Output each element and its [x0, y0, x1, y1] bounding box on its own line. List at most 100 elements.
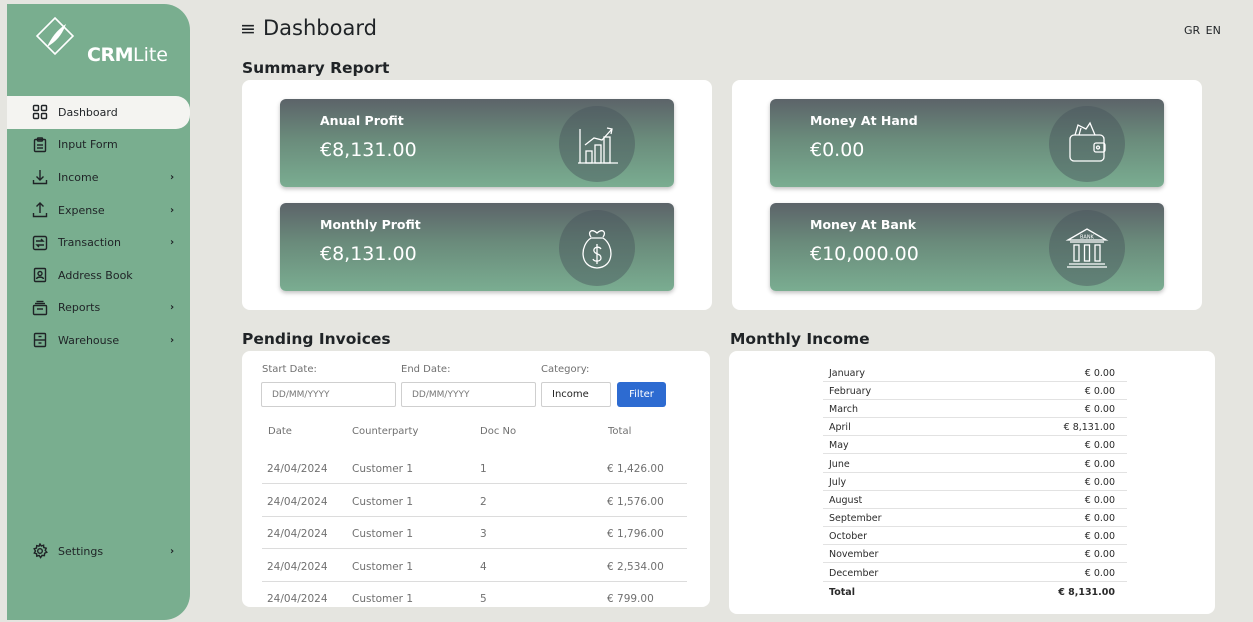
- cell-date: 24/04/2024: [267, 593, 328, 605]
- lang-gr-link[interactable]: GR: [1184, 24, 1200, 37]
- money-bag-icon: [559, 210, 635, 286]
- card-label: Money At Hand: [810, 113, 918, 128]
- bank-sign-text: BANK: [1080, 235, 1095, 241]
- address-book-icon: [32, 267, 48, 283]
- income-total-row: Total € 8,131.00: [823, 583, 1127, 601]
- income-row: February € 0.00: [823, 382, 1127, 401]
- hamburger-menu-icon[interactable]: ≡: [240, 18, 256, 40]
- cell-doc-no: 4: [480, 561, 487, 573]
- sidebar-item-label: Warehouse: [58, 333, 120, 347]
- sidebar-item-address-book[interactable]: Address Book: [7, 259, 190, 292]
- reports-icon: [32, 300, 48, 316]
- income-row: December € 0.00: [823, 564, 1127, 583]
- month-value: € 0.00: [1084, 404, 1115, 415]
- sidebar: CRMLite Dashboard Input Form Income › Ex…: [7, 4, 190, 620]
- column-header-counterparty: Counterparty: [352, 426, 419, 437]
- income-row: May € 0.00: [823, 436, 1127, 455]
- sidebar-item-label: Expense: [58, 203, 105, 217]
- month-label: July: [829, 477, 847, 488]
- pending-invoices-title: Pending Invoices: [242, 330, 391, 348]
- month-value: € 0.00: [1084, 477, 1115, 488]
- growth-chart-icon: [559, 106, 635, 182]
- month-value: € 0.00: [1084, 568, 1115, 579]
- table-row[interactable]: 24/04/2024 Customer 1 3 € 1,796.00: [262, 516, 687, 549]
- month-value: € 0.00: [1084, 495, 1115, 506]
- month-label: September: [829, 513, 882, 524]
- category-select[interactable]: Income: [541, 382, 611, 407]
- income-row: March € 0.00: [823, 400, 1127, 419]
- month-label: August: [829, 495, 863, 506]
- chevron-right-icon: ›: [170, 171, 175, 183]
- page-title: Dashboard: [263, 16, 377, 40]
- table-row[interactable]: 24/04/2024 Customer 1 2 € 1,576.00: [262, 484, 687, 517]
- money-at-hand-card: Money At Hand €0.00: [770, 99, 1164, 187]
- total-value: € 8,131.00: [1058, 587, 1115, 598]
- sidebar-item-label: Input Form: [58, 138, 118, 152]
- grid-icon: [32, 104, 48, 120]
- sidebar-item-income[interactable]: Income ›: [7, 161, 190, 194]
- income-row: June € 0.00: [823, 455, 1127, 474]
- sidebar-item-label: Reports: [58, 301, 101, 315]
- column-header-doc-no: Doc No: [480, 426, 517, 437]
- month-label: November: [829, 549, 879, 560]
- cell-total: € 799.00: [607, 593, 654, 605]
- column-header-total: Total: [608, 426, 632, 437]
- month-value: € 0.00: [1084, 459, 1115, 470]
- month-label: December: [829, 568, 879, 579]
- lang-en-link[interactable]: EN: [1206, 24, 1221, 37]
- sidebar-item-transaction[interactable]: Transaction ›: [7, 226, 190, 259]
- cell-doc-no: 2: [480, 496, 487, 508]
- sidebar-item-warehouse[interactable]: Warehouse ›: [7, 324, 190, 357]
- start-date-input[interactable]: DD/MM/YYYY: [261, 382, 396, 407]
- cell-date: 24/04/2024: [267, 528, 328, 540]
- table-row[interactable]: 24/04/2024 Customer 1 4 € 2,534.00: [262, 549, 687, 582]
- filter-button[interactable]: Filter: [617, 382, 666, 407]
- month-label: February: [829, 386, 872, 397]
- income-row: September € 0.00: [823, 509, 1127, 528]
- arrow-down-icon: [32, 169, 48, 185]
- month-label: May: [829, 440, 849, 451]
- category-label: Category:: [541, 364, 590, 375]
- wallet-icon: [1049, 106, 1125, 182]
- end-date-input[interactable]: DD/MM/YYYY: [401, 382, 536, 407]
- sidebar-item-input-form[interactable]: Input Form: [7, 129, 190, 162]
- cell-total: € 2,534.00: [607, 561, 664, 573]
- cell-date: 24/04/2024: [267, 463, 328, 475]
- table-row[interactable]: 24/04/2024 Customer 1 5 € 799.00: [262, 581, 687, 605]
- monthly-profit-card: Monthly Profit €8,131.00: [280, 203, 674, 291]
- month-value: € 8,131.00: [1063, 422, 1115, 433]
- chevron-right-icon: ›: [170, 204, 175, 216]
- sidebar-item-settings[interactable]: Settings ›: [7, 535, 190, 568]
- cell-date: 24/04/2024: [267, 561, 328, 573]
- income-row: November € 0.00: [823, 545, 1127, 564]
- feather-logo-icon: [35, 16, 75, 56]
- annual-profit-card: Anual Profit €8,131.00: [280, 99, 674, 187]
- month-label: June: [829, 459, 850, 470]
- sidebar-item-dashboard[interactable]: Dashboard: [7, 96, 190, 129]
- total-label: Total: [829, 587, 855, 598]
- month-value: € 0.00: [1084, 549, 1115, 560]
- sidebar-item-label: Address Book: [58, 268, 133, 282]
- chevron-right-icon: ›: [170, 237, 175, 249]
- cell-counterparty: Customer 1: [352, 561, 414, 573]
- end-date-label: End Date:: [401, 364, 451, 375]
- sidebar-item-label: Transaction: [58, 236, 121, 250]
- card-value: €8,131.00: [320, 139, 417, 161]
- clipboard-icon: [32, 137, 48, 153]
- month-value: € 0.00: [1084, 513, 1115, 524]
- logo[interactable]: CRMLite: [35, 16, 185, 76]
- chevron-right-icon: ›: [170, 302, 175, 314]
- sidebar-item-reports[interactable]: Reports ›: [7, 292, 190, 325]
- gear-icon: [32, 543, 48, 560]
- table-row[interactable]: 24/04/2024 Customer 1 1 € 1,426.00: [262, 451, 687, 484]
- income-row: July € 0.00: [823, 473, 1127, 492]
- card-value: €0.00: [810, 139, 865, 161]
- month-value: € 0.00: [1084, 440, 1115, 451]
- month-value: € 0.00: [1084, 531, 1115, 542]
- income-row: August € 0.00: [823, 491, 1127, 510]
- sidebar-nav: Dashboard Input Form Income › Expense › …: [7, 96, 190, 357]
- sidebar-item-expense[interactable]: Expense ›: [7, 194, 190, 227]
- sidebar-item-label: Dashboard: [58, 105, 118, 119]
- cell-date: 24/04/2024: [267, 496, 328, 508]
- chevron-right-icon: ›: [170, 334, 175, 346]
